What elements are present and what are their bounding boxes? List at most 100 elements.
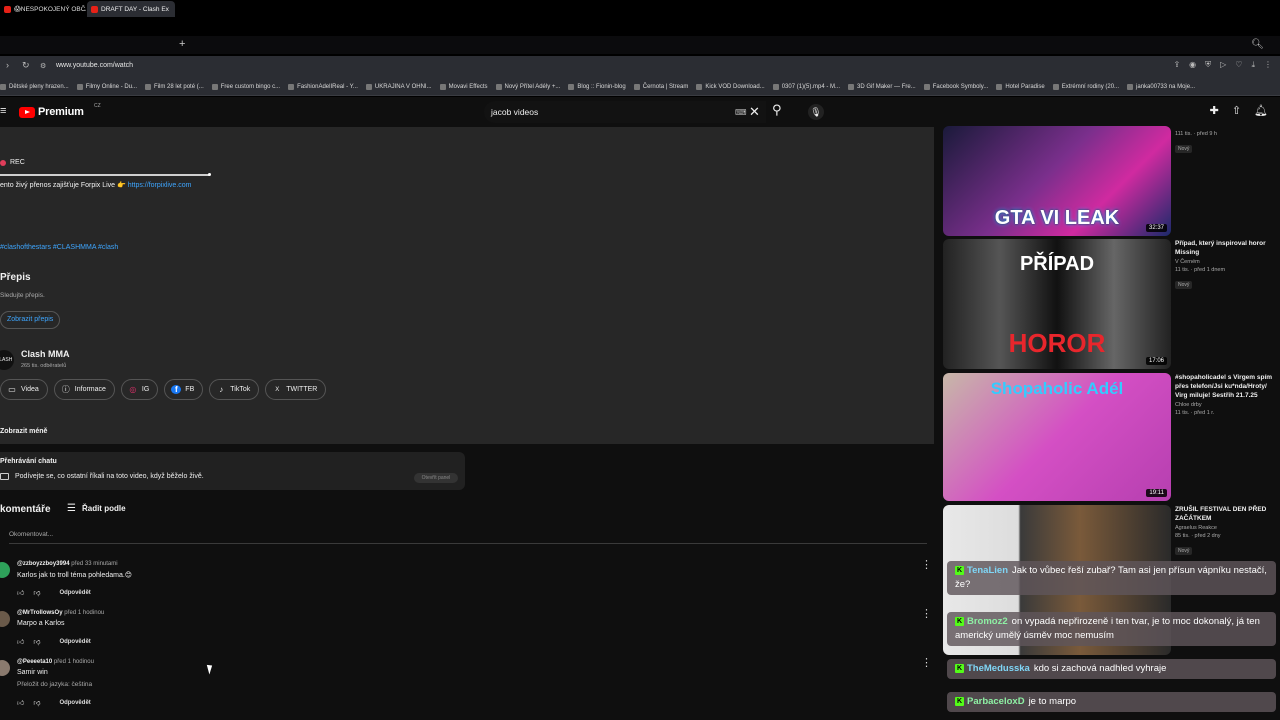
sort-button[interactable]: ☰ Řadit podle	[67, 503, 126, 514]
bookmark-item[interactable]: Extrémní rodiny (20...	[1052, 83, 1119, 90]
bookmark-item[interactable]: 0307 (1)(5).mp4 - M...	[772, 83, 841, 90]
chip-tiktok[interactable]: ♪ TikTok	[209, 379, 260, 400]
video-channel[interactable]: Agraelus Reakce	[1175, 525, 1280, 531]
avatar[interactable]	[0, 611, 10, 627]
forpix-link[interactable]: https://forpixlive.com	[128, 182, 192, 189]
video-thumbnail[interactable]: GTA VI LEAK 32:37	[943, 126, 1171, 236]
recommended-video[interactable]: PŘÍPAD HOROR 17:06 Případ, který inspiro…	[943, 239, 1280, 369]
like-icon[interactable]: 👍︎	[17, 637, 24, 646]
comment-author[interactable]: @Peeeeta10	[17, 659, 52, 665]
tab-search-icon[interactable]: 🔍︎	[1251, 39, 1264, 50]
show-less-button[interactable]: Zobrazit méně	[0, 428, 47, 435]
dislike-icon[interactable]: 👎︎	[33, 588, 40, 597]
chip-twitter[interactable]: X TWITTER	[265, 379, 327, 400]
like-icon[interactable]: 👍︎	[17, 698, 24, 707]
bookmark-label: 0307 (1)(5).mp4 - M...	[781, 83, 841, 90]
bookmark-item[interactable]: UKRAJINA V OHNI...	[365, 83, 432, 90]
bookmark-item[interactable]: FashionAdelIReal - Y...	[288, 83, 358, 90]
video-title[interactable]: Případ, který inspiroval horor Missing	[1175, 239, 1280, 257]
avatar[interactable]	[0, 562, 10, 578]
comment-time[interactable]: před 33 minutami	[71, 561, 117, 567]
heart-icon[interactable]: ♡	[1235, 60, 1242, 70]
url-text[interactable]: www.youtube.com/watch	[56, 62, 133, 69]
video-thumbnail[interactable]: PŘÍPAD HOROR 17:06	[943, 239, 1171, 369]
notifications-bell-icon[interactable]: 🔔︎	[1254, 104, 1268, 117]
forward-icon[interactable]: ›	[6, 60, 9, 70]
avatar[interactable]	[0, 660, 10, 676]
extension-icon[interactable]: ◉	[1189, 60, 1196, 70]
browser-tab-1[interactable]: 😱NESPOKOJENÝ OBČAN	[0, 1, 86, 17]
add-comment-input[interactable]: Okomentovat...	[9, 531, 53, 538]
bookmark-item[interactable]: Blog :: Fionin-blog	[568, 83, 626, 90]
comment-time[interactable]: před 1 hodinou	[54, 659, 94, 665]
bookmark-item[interactable]: Free custom bingo c...	[211, 83, 280, 90]
share-icon[interactable]: ⇪	[1173, 60, 1180, 70]
reload-icon[interactable]: ↻	[22, 60, 30, 71]
tab-strip	[0, 36, 1280, 54]
reply-button[interactable]: Odpovědět	[59, 590, 90, 596]
comment-menu-icon[interactable]: ⋮	[921, 558, 932, 571]
bookmark-item[interactable]: Dětské pleny hrazen...	[0, 83, 69, 90]
comment-menu-icon[interactable]: ⋮	[921, 656, 932, 669]
rec-dot-icon	[0, 159, 6, 166]
comment-time[interactable]: před 1 hodinou	[64, 610, 104, 616]
dislike-icon[interactable]: 👎︎	[33, 637, 40, 646]
like-icon[interactable]: 👍︎	[17, 588, 24, 597]
bookmark-item[interactable]: Movavi Effects	[439, 83, 488, 90]
microphone-icon[interactable]: 🎙︎	[808, 104, 824, 120]
reply-button[interactable]: Odpovědět	[59, 700, 90, 706]
create-icon[interactable]: ✚	[1210, 104, 1219, 117]
download-icon[interactable]: ⤓	[1251, 60, 1255, 70]
bookmark-favicon-icon	[288, 83, 295, 90]
comment-author[interactable]: @MrTrollowsOy	[17, 610, 63, 616]
bookmark-label: Movavi Effects	[448, 83, 488, 90]
menu-dots-icon[interactable]: ⋮	[1264, 60, 1272, 70]
video-thumbnail[interactable]: Shopaholic Adél 19:11	[943, 373, 1171, 501]
extensions-row: ⇪ ◉ ⛨ ▷ ♡ ⤓ ⋮	[1173, 60, 1272, 70]
show-transcript-button[interactable]: Zobrazit přepis	[0, 311, 61, 329]
search-input[interactable]: jacob videos	[491, 107, 538, 117]
chat-icon	[0, 473, 9, 480]
bookmark-item[interactable]: Kick VOD Download...	[696, 83, 765, 90]
reply-button[interactable]: Odpovědět	[59, 639, 90, 645]
site-info-icon[interactable]: ⚙	[40, 62, 46, 70]
hashtags[interactable]: #clashofthestars #CLASHMMA #clash	[0, 244, 118, 251]
translate-link[interactable]: Přeložit do jazyka: čeština	[17, 681, 92, 688]
comment-menu-icon[interactable]: ⋮	[921, 607, 932, 620]
keyboard-icon[interactable]: ⌨	[735, 108, 747, 117]
upload-icon[interactable]: ⇧	[1232, 104, 1241, 117]
recommended-video[interactable]: GTA VI LEAK 32:37 111 tis. · před 9 h No…	[943, 126, 1280, 236]
play-icon[interactable]: ▷	[1220, 60, 1226, 70]
rec-label: REC	[10, 159, 25, 166]
hamburger-menu-icon[interactable]: ≡	[0, 106, 6, 117]
chip-videos[interactable]: ▭ Videa	[0, 379, 48, 400]
channel-name[interactable]: Clash MMA	[21, 349, 70, 359]
chip-instagram[interactable]: ◎ IG	[120, 379, 159, 400]
recommended-video[interactable]: Shopaholic Adél 19:11 #shopaholicadel s …	[943, 373, 1280, 501]
chip-facebook[interactable]: f FB	[164, 379, 204, 400]
bookmark-item[interactable]: Nový Přítel Adély +...	[495, 83, 560, 90]
youtube-logo[interactable]: Premium CZ	[19, 103, 101, 118]
bookmark-item[interactable]: Filmy Online - Du...	[76, 83, 137, 90]
bookmark-item[interactable]: Film 28 let poté (...	[145, 83, 204, 90]
new-tab-button[interactable]: +	[179, 39, 185, 50]
bookmark-item[interactable]: Facebook Symboly...	[923, 83, 988, 90]
dislike-icon[interactable]: 👎︎	[33, 698, 40, 707]
shield-icon[interactable]: ⛨	[1205, 60, 1211, 70]
video-title[interactable]: ZRUŠIL FESTIVAL DEN PŘED ZAČÁTKEM	[1175, 505, 1280, 523]
chip-info[interactable]: ⓘ Informace	[53, 379, 115, 400]
video-title[interactable]: #shopaholicadel s Virgem spím přes telef…	[1175, 373, 1280, 400]
comment-author[interactable]: @zzboyzzboy3994	[17, 561, 70, 567]
bookmark-item[interactable]: janka00733 na Moje...	[1127, 83, 1195, 90]
video-channel[interactable]: V Černém	[1175, 259, 1280, 265]
open-panel-button[interactable]: Otevřít panel	[414, 473, 458, 483]
bookmark-item[interactable]: Černota | Stream	[633, 83, 688, 90]
youtube-favicon-icon	[91, 5, 98, 13]
browser-tab-active[interactable]: DRAFT DAY - Clash Ex	[87, 1, 175, 17]
bookmark-item[interactable]: 3D Gif Maker — Fre...	[848, 83, 916, 90]
video-channel[interactable]: Chloe drby	[1175, 402, 1280, 408]
search-icon[interactable]: ⚲	[772, 102, 782, 118]
overlay-chat-message: K ParbaceloxD je to marpo	[947, 692, 1276, 712]
clear-search-icon[interactable]: ✕	[749, 104, 760, 120]
bookmark-item[interactable]: Hotel Paradise	[996, 83, 1045, 90]
